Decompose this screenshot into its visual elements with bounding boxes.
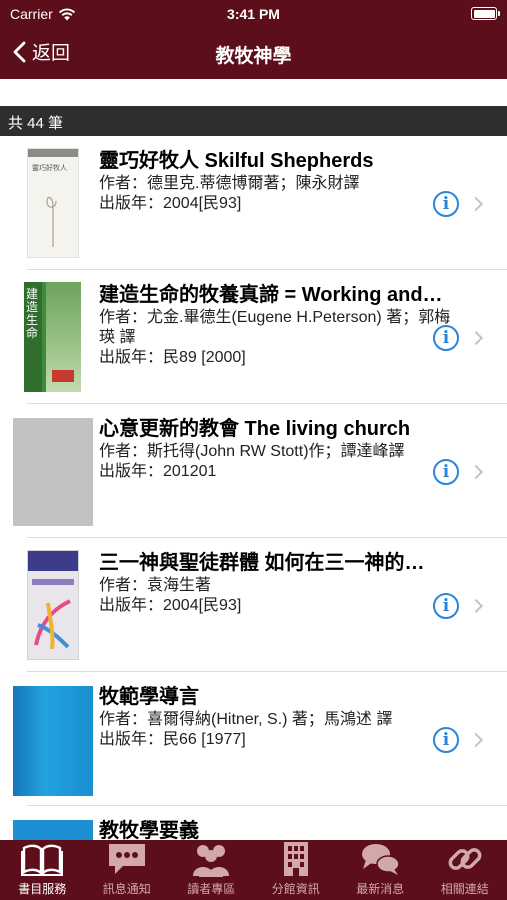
tab-reader-zone[interactable]: 讀者專區 [169,840,254,900]
people-icon [193,845,230,877]
tab-label: 訊息通知 [102,882,151,896]
tab-branches[interactable]: 分館資訊 [254,840,339,900]
info-icon[interactable]: i [433,593,459,619]
book-cover: 建造生命 [24,282,81,392]
book-cover: 靈巧好牧人 [27,148,79,258]
book-title: 三一神與聖徒群體 如何在三一神的… [99,552,425,574]
app-header: Carrier 3:41 PM 返回 教牧神學 [0,0,507,79]
book-row[interactable]: 心意更新的教會 The living church 作者：斯托得(John RW… [0,404,507,538]
chat-bubble-icon [108,844,145,874]
book-year: 出版年：民89 [2000] [99,349,246,366]
tab-label: 最新消息 [356,882,405,896]
chevron-right-icon [468,196,484,212]
book-row[interactable]: 牧範學導言 作者：喜爾得納(Hitner, S.) 著；馬鴻述 譯 出版年：民6… [0,672,507,806]
book-cover [13,820,93,840]
book-year: 出版年：2004[民93] [99,597,242,614]
book-cover [27,550,79,660]
cover-title: 靈巧好牧人 [32,164,67,172]
link-icon [448,848,482,870]
book-year: 出版年：201201 [99,463,217,480]
chevron-right-icon [468,732,484,748]
tab-label: 分館資訊 [271,882,320,896]
building-icon [283,842,308,876]
chevron-right-icon [468,598,484,614]
tab-label: 相關連結 [440,882,489,896]
tab-news[interactable]: 最新消息 [338,840,423,900]
book-author: 作者：斯托得(John RW Stott)作；譚達峰譯 [99,443,405,460]
result-count: 共 44 筆 [0,106,507,136]
book-icon [21,844,64,876]
book-title: 心意更新的教會 The living church [99,418,411,440]
clock: 3:41 PM [227,6,280,22]
book-year: 出版年：2004[民93] [99,195,242,212]
tab-bar: 書目服務 訊息通知 讀者專區 分館資訊 最新消息 相關連結 [0,840,507,900]
tab-label: 讀者專區 [187,882,236,896]
book-title: 教牧學要義 [99,820,199,840]
status-bar: Carrier 3:41 PM [0,0,507,28]
tab-label: 書目服務 [18,882,67,896]
book-cover-placeholder [13,418,93,526]
info-icon[interactable]: i [433,727,459,753]
book-cover [13,686,93,796]
book-row[interactable]: 三一神與聖徒群體 如何在三一神的… 作者：袁海生著 出版年：2004[民93] … [0,538,507,672]
speech-bubbles-icon [362,844,400,875]
book-row[interactable]: 建造生命 建造生命的牧養真諦 = Working and… 作者：尤金.畢德生(… [0,270,507,404]
chevron-right-icon [468,330,484,346]
chevron-right-icon [468,464,484,480]
navigation-bar: 返回 教牧神學 [0,28,507,79]
book-info: 教牧學要義 [99,818,457,840]
book-title: 牧範學導言 [99,686,199,708]
battery-icon [471,7,500,20]
book-row[interactable]: 靈巧好牧人 靈巧好牧人 Skilful Shepherds 作者：德里克.蒂德博… [0,136,507,270]
book-info: 三一神與聖徒群體 如何在三一神的… 作者：袁海生著 出版年：2004[民93] [99,550,457,616]
book-year: 出版年：民66 [1977] [99,731,246,748]
book-title: 建造生命的牧養真諦 = Working and… [99,284,443,306]
book-author: 作者：喜爾得納(Hitner, S.) 著；馬鴻述 譯 [99,711,393,728]
tab-links[interactable]: 相關連結 [423,840,507,900]
book-info: 靈巧好牧人 Skilful Shepherds 作者：德里克.蒂德博爾著；陳永財… [99,148,457,214]
info-icon[interactable]: i [433,325,459,351]
tab-catalog[interactable]: 書目服務 [0,840,85,900]
header-spacer [0,79,507,106]
book-info: 心意更新的教會 The living church 作者：斯托得(John RW… [99,416,447,482]
book-info: 建造生命的牧養真諦 = Working and… 作者：尤金.畢德生(Eugen… [99,282,457,368]
book-title: 靈巧好牧人 Skilful Shepherds [99,150,374,172]
cover-title: 建造生命 [26,287,39,340]
book-author: 作者：尤金.畢德生(Eugene H.Peterson) 著；郭梅瑛 譯 [99,309,451,346]
book-row[interactable]: 教牧學要義 [0,806,507,840]
book-list[interactable]: 靈巧好牧人 靈巧好牧人 Skilful Shepherds 作者：德里克.蒂德博… [0,136,507,840]
book-author: 作者：袁海生著 [99,577,212,594]
book-info: 牧範學導言 作者：喜爾得納(Hitner, S.) 著；馬鴻述 譯 出版年：民6… [99,684,457,750]
book-author: 作者：德里克.蒂德博爾著；陳永財譯 [99,175,360,192]
tab-notifications[interactable]: 訊息通知 [85,840,170,900]
page-title: 教牧神學 [215,46,292,67]
info-icon[interactable]: i [433,459,459,485]
info-icon[interactable]: i [433,191,459,217]
